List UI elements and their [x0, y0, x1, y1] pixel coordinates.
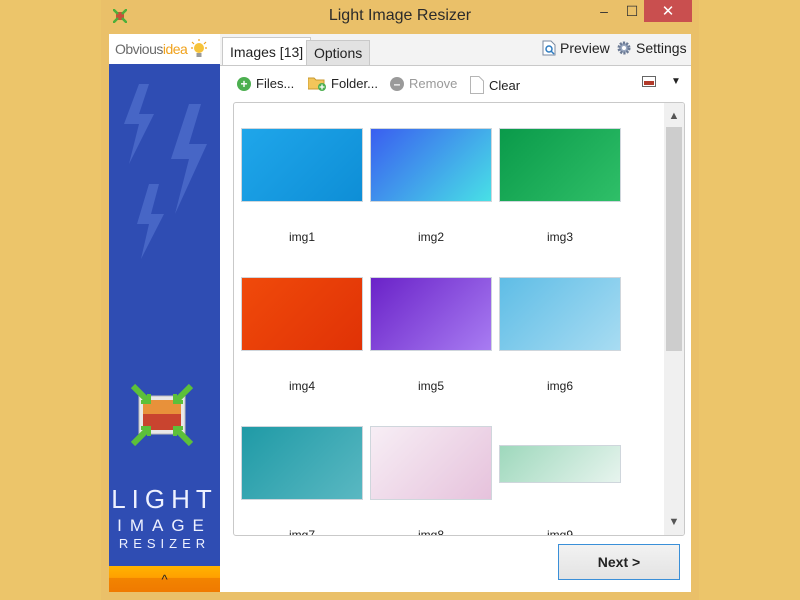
collapse-sidebar-button[interactable]: ^	[109, 566, 220, 592]
thumbnail-image[interactable]	[370, 426, 492, 500]
chevron-down-icon: ▼	[671, 76, 681, 87]
thumbnail-label: img4	[288, 379, 315, 393]
add-files-button[interactable]: + Files...	[237, 76, 294, 91]
thumbnail-label: img8	[417, 528, 444, 536]
gear-icon	[617, 41, 631, 55]
lightning-pattern	[124, 84, 207, 259]
thumbnail-label: img6	[546, 379, 573, 393]
logo-suffix: idea	[162, 41, 188, 57]
logo-prefix: Obvious	[115, 41, 163, 57]
folder-label: Folder...	[331, 76, 378, 91]
scroll-up-icon[interactable]: ▲	[664, 107, 684, 125]
tab-strip: Images [13] Options Preview Settings	[220, 34, 691, 66]
tab-images[interactable]: Images [13]	[222, 37, 312, 65]
plus-circle-icon: +	[237, 76, 251, 91]
app-window: Light Image Resizer – ☐ ✕ Obviousidea LI…	[101, 0, 699, 600]
image-grid[interactable]: img1 img2 img3 img4 img5 img6 img7 img8 img9 ▲ ▼	[233, 102, 685, 536]
remove-label: Remove	[409, 76, 458, 91]
brand-line-resizer: RESIZER	[118, 536, 211, 551]
main-panel: Images [13] Options Preview Settings + F…	[220, 34, 691, 592]
remove-button[interactable]: – Remove	[390, 76, 457, 91]
thumbnail-image[interactable]	[370, 128, 492, 202]
chevron-up-icon: ^	[161, 571, 168, 587]
clear-button[interactable]: Clear	[470, 76, 520, 94]
preview-button[interactable]: Preview	[542, 40, 610, 56]
obviousidea-logo[interactable]: Obviousidea	[109, 34, 220, 64]
scrollbar-thumb[interactable]	[666, 127, 682, 351]
vertical-scrollbar[interactable]: ▲ ▼	[664, 103, 684, 535]
thumbnail-image[interactable]	[241, 277, 363, 351]
brand-line-light: LIGHT	[111, 484, 218, 514]
thumbnail-image[interactable]	[370, 277, 492, 351]
thumbnail-image[interactable]	[499, 445, 621, 483]
thumbnail-label: img5	[417, 379, 444, 393]
settings-button[interactable]: Settings	[616, 40, 687, 56]
minus-circle-icon: –	[390, 76, 404, 91]
resize-logo-icon	[131, 384, 193, 446]
thumbnail-image[interactable]	[241, 426, 363, 500]
thumbnail-label: img2	[417, 230, 444, 244]
thumbnail-label: img9	[546, 528, 573, 536]
lightbulb-icon	[191, 39, 208, 57]
files-label: Files...	[256, 76, 295, 91]
minimize-button[interactable]: –	[590, 0, 618, 22]
folder-add-icon	[308, 77, 326, 91]
client-area: Obviousidea LIGHT IMAGE RESIZER ^ Images…	[109, 34, 691, 592]
tab-options[interactable]: Options	[306, 40, 371, 65]
thumbnail-label: img7	[288, 528, 315, 536]
image-view-icon	[642, 76, 656, 87]
thumbnail-label: img3	[546, 230, 573, 244]
preview-label: Preview	[560, 40, 610, 56]
thumbnail-image[interactable]	[241, 128, 363, 202]
thumbnail-label: img1	[288, 230, 315, 244]
maximize-button[interactable]: ☐	[618, 0, 646, 22]
view-mode-dropdown[interactable]: ▼	[642, 76, 681, 87]
blank-page-icon	[470, 76, 484, 94]
title-bar: Light Image Resizer – ☐ ✕	[101, 0, 699, 34]
next-button[interactable]: Next >	[558, 544, 680, 580]
add-folder-button[interactable]: Folder...	[308, 76, 378, 91]
sidebar: Obviousidea LIGHT IMAGE RESIZER ^	[109, 34, 220, 592]
close-button[interactable]: ✕	[644, 0, 692, 22]
clear-label: Clear	[489, 77, 521, 93]
thumbnail-image[interactable]	[499, 128, 621, 202]
thumbnail-image[interactable]	[499, 277, 621, 351]
settings-label: Settings	[636, 40, 687, 56]
scroll-down-icon[interactable]: ▼	[664, 513, 684, 531]
preview-icon	[542, 40, 556, 56]
toolbar: + Files... Folder... – Remove Clear ▼	[220, 72, 691, 98]
brand-line-image: IMAGE	[117, 516, 212, 535]
